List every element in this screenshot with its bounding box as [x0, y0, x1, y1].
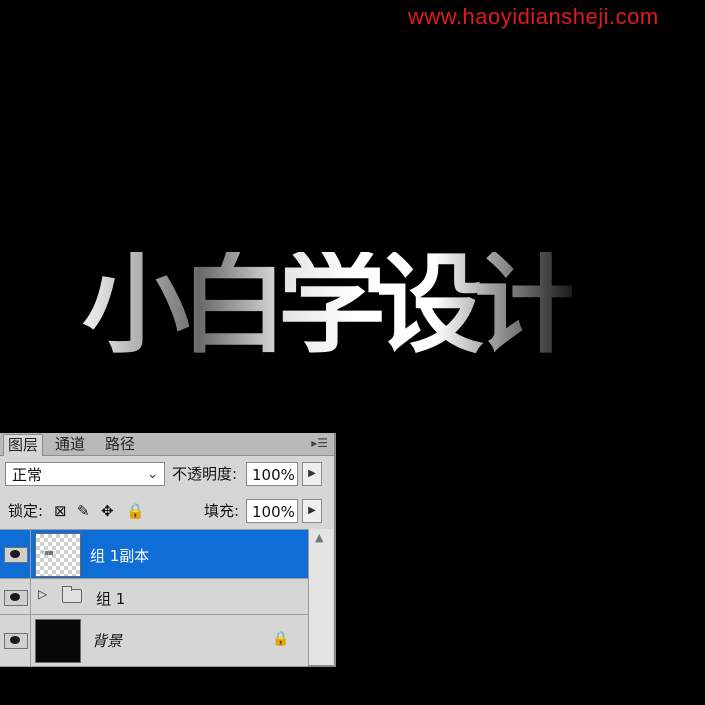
layer-thumbnail: · ▪▪· — [35, 533, 81, 577]
opacity-input[interactable]: 100% — [246, 462, 298, 486]
layer-thumbnail — [35, 619, 81, 663]
lock-all-icon[interactable]: 🔒 — [126, 499, 145, 523]
lock-transparent-icon[interactable]: ⊠ — [54, 499, 67, 523]
layer-name: 组 1副本 — [90, 547, 150, 565]
lock-paint-icon[interactable]: ✎ — [77, 499, 90, 523]
folder-icon — [62, 586, 82, 603]
eye-icon[interactable] — [4, 547, 28, 563]
scrollbar[interactable]: ▲ — [308, 529, 333, 665]
eye-icon[interactable] — [4, 590, 28, 606]
canvas-text: 小白学设计 — [82, 243, 582, 368]
tab-channels[interactable]: 通道 — [51, 434, 89, 455]
tab-paths[interactable]: 路径 — [101, 434, 139, 455]
opacity-label: 不透明度: — [172, 465, 238, 483]
panel-tabs: 图层 通道 路径 ▸☰ — [0, 433, 334, 456]
fill-arrow-button[interactable]: ▶ — [302, 499, 322, 523]
lock-label: 锁定: — [8, 502, 44, 520]
layer-name: 组 1 — [96, 590, 126, 608]
layer-name: 背景 — [92, 632, 123, 650]
blend-mode-select[interactable]: 正常 ⌄ — [5, 462, 165, 486]
fill-input[interactable]: 100% — [246, 499, 298, 523]
layer-row[interactable]: 背景 🔒 — [0, 614, 308, 667]
lock-move-icon[interactable]: ✥ — [101, 499, 114, 523]
layer-row[interactable]: ▷ 组 1 — [0, 578, 308, 615]
eye-icon[interactable] — [4, 633, 28, 649]
layer-row[interactable]: · ▪▪· 组 1副本 — [0, 529, 308, 579]
blend-mode-value: 正常 — [12, 466, 43, 484]
layers-panel: 图层 通道 路径 ▸☰ 正常 ⌄ 不透明度: 100% ▶ 锁定: ⊠ ✎ ✥ … — [0, 433, 336, 667]
tab-layers[interactable]: 图层 — [3, 434, 44, 456]
chevron-down-icon: ⌄ — [147, 467, 158, 482]
panel-menu-icon[interactable]: ▸☰ — [311, 436, 328, 450]
scroll-up-icon[interactable]: ▲ — [315, 531, 323, 544]
expand-triangle-icon[interactable]: ▷ — [38, 587, 47, 601]
lock-icon: 🔒 — [272, 631, 290, 647]
opacity-arrow-button[interactable]: ▶ — [302, 462, 322, 486]
fill-label: 填充: — [204, 502, 240, 520]
watermark-text: www.haoyidiansheji.com — [408, 4, 659, 29]
